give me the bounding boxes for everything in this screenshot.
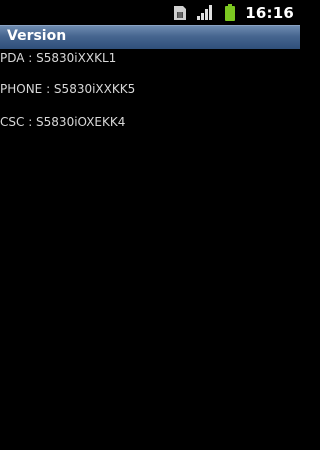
status-bar[interactable]: 16:16: [0, 0, 300, 25]
csc-version-text: CSC : S5830iOXEKK4: [0, 115, 126, 129]
phone-version-text: PHONE : S5830iXXKK5: [0, 82, 136, 96]
battery-icon: [225, 4, 236, 21]
status-icons: 16:16: [173, 0, 300, 25]
status-clock: 16:16: [245, 3, 294, 22]
page-title: Version: [7, 28, 67, 44]
title-bar: Version: [0, 25, 300, 49]
sim-card-icon: [174, 5, 187, 20]
signal-strength-icon: [197, 5, 213, 20]
pda-version-text: PDA : S5830iXXKL1: [0, 51, 117, 65]
